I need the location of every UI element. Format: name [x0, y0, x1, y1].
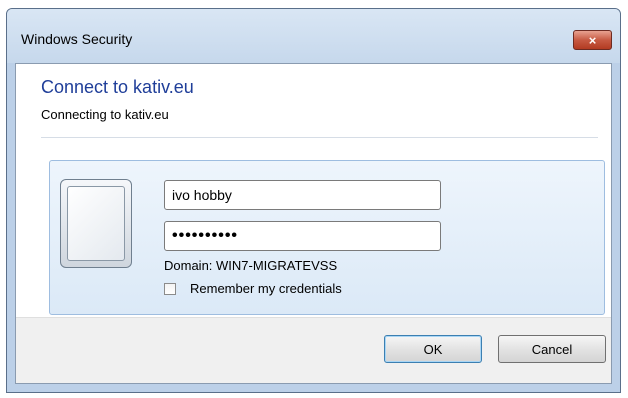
dialog-subtext: Connecting to kativ.eu — [41, 107, 169, 122]
remember-label: Remember my credentials — [190, 281, 342, 296]
password-field[interactable]: •••••••••• — [164, 221, 441, 251]
cancel-button[interactable]: Cancel — [498, 335, 606, 363]
button-bar: OK Cancel — [16, 317, 611, 383]
title-bar[interactable]: Windows Security × — [7, 9, 620, 63]
close-icon: × — [588, 32, 597, 48]
window-title: Windows Security — [21, 31, 133, 47]
separator — [41, 137, 598, 138]
ok-button[interactable]: OK — [384, 335, 482, 363]
username-field[interactable]: ivo hobby — [164, 180, 441, 210]
domain-label: Domain: WIN7-MIGRATEVSS — [164, 258, 338, 273]
remember-credentials-option[interactable]: Remember my credentials — [164, 281, 342, 296]
user-picture-icon — [60, 179, 132, 268]
credential-tile[interactable]: ivo hobby •••••••••• Domain: WIN7-MIGRAT… — [49, 160, 605, 315]
dialog-heading: Connect to kativ.eu — [41, 77, 194, 97]
user-picture-frame — [67, 186, 125, 261]
close-button[interactable]: × — [573, 30, 612, 50]
remember-checkbox[interactable] — [164, 282, 176, 295]
dialog-body: Connect to kativ.eu Connecting to kativ.… — [15, 63, 612, 384]
security-dialog: Windows Security × Connect to kativ.eu C… — [6, 8, 621, 393]
